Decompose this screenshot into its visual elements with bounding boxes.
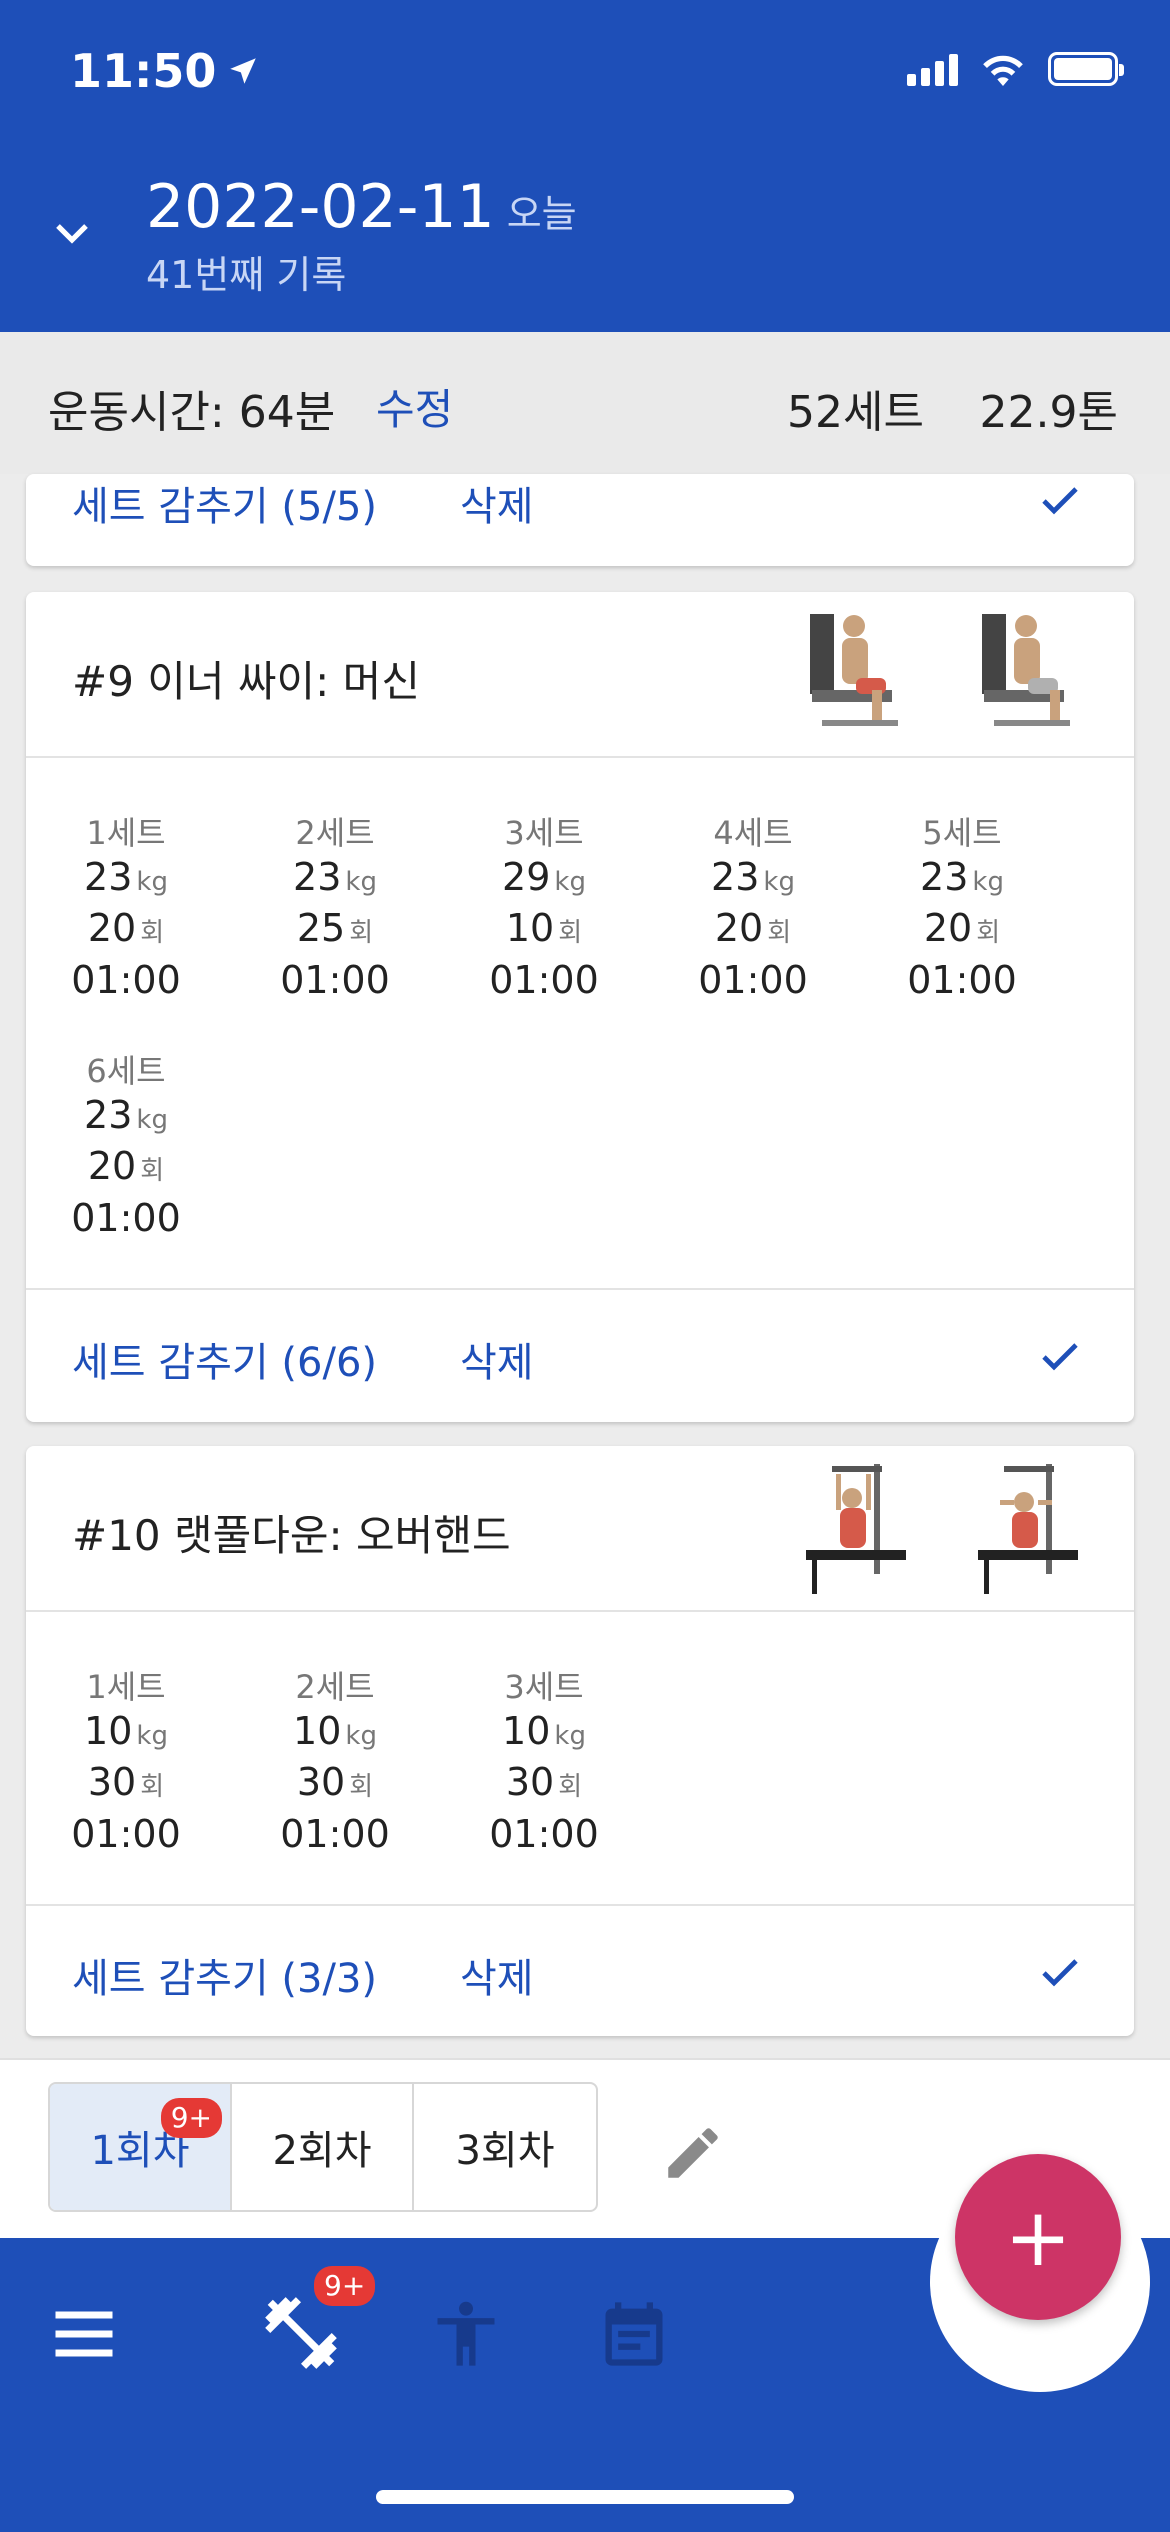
set-time: 01:00	[280, 1812, 390, 1856]
set-weight: 10 kg	[84, 1709, 168, 1753]
set-time: 01:00	[71, 958, 181, 1002]
set-reps: 25 회	[296, 906, 374, 950]
set-cell[interactable]: 2세트 23 kg 25 회 01:00	[255, 808, 415, 1004]
record-count: 41번째 기록	[146, 253, 347, 297]
record-date: 2022-02-11	[146, 172, 495, 242]
set-reps: 20 회	[923, 906, 1001, 950]
set-cell[interactable]: 4세트 23 kg 20 회 01:00	[673, 808, 833, 1004]
exercise-card-9: #9 이너 싸이: 머신 1세트 23 kg 20 회 01:00 2세트 23 kg	[26, 592, 1134, 1422]
status-icons	[907, 52, 1124, 86]
exercise-thumbnail-end	[982, 614, 1070, 726]
exercise-thumbnail-end	[978, 1464, 1078, 1594]
set-label: 1세트	[86, 814, 166, 852]
set-reps: 10 회	[505, 906, 583, 950]
menu-icon[interactable]	[46, 2296, 122, 2372]
set-label: 6세트	[86, 1052, 166, 1090]
set-time: 01:00	[698, 958, 808, 1002]
exercise-card-prev: 세트 감추기 (5/5) 삭제	[26, 474, 1134, 566]
workout-time: 운동시간: 64분	[48, 387, 336, 438]
notification-badge: 9+	[160, 2098, 222, 2138]
exercise-card-10: #10 랫풀다운: 오버핸드 1세트 10 kg 30 회 01:00 2세트 …	[26, 1446, 1134, 2036]
set-reps: 30 회	[296, 1760, 374, 1804]
check-icon[interactable]	[1036, 476, 1084, 524]
set-reps: 20 회	[714, 906, 792, 950]
chevron-down-icon[interactable]	[48, 208, 96, 256]
signal-icon	[907, 52, 958, 86]
battery-icon	[1048, 52, 1124, 86]
card-header[interactable]: #10 랫풀다운: 오버핸드	[26, 1446, 1134, 1612]
delete-button[interactable]: 삭제	[460, 474, 534, 532]
delete-button[interactable]: 삭제	[460, 1946, 534, 2004]
set-weight: 23 kg	[293, 855, 377, 899]
app-header: 11:50 2022-02-11 오늘 41번째 기록	[0, 0, 1170, 332]
set-cell[interactable]: 5세트 23 kg 20 회 01:00	[882, 808, 1042, 1004]
set-cell[interactable]: 3세트 29 kg 10 회 01:00	[464, 808, 624, 1004]
session-tab-2[interactable]: 2회차	[232, 2084, 414, 2210]
pencil-icon[interactable]	[660, 2120, 726, 2186]
header-date-line: 2022-02-11 오늘	[146, 172, 577, 242]
set-time: 01:00	[907, 958, 1017, 1002]
session-segmented-control: 1회차 9+ 2회차 3회차	[48, 2082, 598, 2212]
clock: 11:50	[70, 44, 217, 98]
check-icon[interactable]	[1036, 1332, 1084, 1380]
set-weight: 23 kg	[711, 855, 795, 899]
total-sets: 52세트	[787, 387, 924, 438]
set-cell[interactable]: 2세트 10 kg 30 회 01:00	[255, 1662, 415, 1858]
set-time: 01:00	[71, 1812, 181, 1856]
delete-button[interactable]: 삭제	[460, 1330, 534, 1388]
set-reps: 30 회	[505, 1760, 583, 1804]
set-time: 01:00	[280, 958, 390, 1002]
total-volume: 22.9톤	[979, 387, 1118, 438]
set-reps: 20 회	[87, 906, 165, 950]
home-indicator	[376, 2490, 794, 2504]
exercise-title: #10 랫풀다운: 오버핸드	[72, 1511, 511, 1560]
person-icon[interactable]	[428, 2296, 504, 2372]
set-reps: 30 회	[87, 1760, 165, 1804]
set-label: 5세트	[922, 814, 1002, 852]
set-cell[interactable]: 6세트 23 kg 20 회 01:00	[46, 1046, 206, 1242]
set-cell[interactable]: 1세트 10 kg 30 회 01:00	[46, 1662, 206, 1858]
nav-workout[interactable]: 9+	[258, 2266, 376, 2380]
edit-time-button[interactable]: 수정	[376, 376, 453, 437]
set-reps: 20 회	[87, 1144, 165, 1188]
set-label: 1세트	[86, 1668, 166, 1706]
card-footer: 세트 감추기 (5/5) 삭제	[26, 474, 1134, 566]
session-tab-3[interactable]: 3회차	[414, 2084, 596, 2210]
set-label: 2세트	[295, 1668, 375, 1706]
card-header[interactable]: #9 이너 싸이: 머신	[26, 592, 1134, 758]
set-weight: 29 kg	[502, 855, 586, 899]
hide-sets-button[interactable]: 세트 감추기 (6/6)	[72, 1330, 377, 1388]
card-footer: 세트 감추기 (3/3) 삭제	[26, 1904, 1134, 2036]
set-label: 4세트	[713, 814, 793, 852]
set-label: 3세트	[504, 1668, 584, 1706]
check-icon[interactable]	[1036, 1948, 1084, 1996]
notification-badge: 9+	[314, 2266, 376, 2306]
session-tab-1[interactable]: 1회차 9+	[50, 2084, 232, 2210]
set-weight: 10 kg	[502, 1709, 586, 1753]
status-time: 11:50	[70, 44, 260, 98]
hide-sets-button[interactable]: 세트 감추기 (3/3)	[72, 1946, 377, 2004]
exercise-thumbnail-start	[810, 614, 898, 726]
set-weight: 23 kg	[920, 855, 1004, 899]
set-time: 01:00	[71, 1196, 181, 1240]
wifi-icon	[983, 55, 1023, 86]
calendar-icon[interactable]	[596, 2296, 672, 2372]
set-time: 01:00	[489, 958, 599, 1002]
workout-summary: 운동시간: 64분 수정 52세트 22.9톤	[0, 332, 1170, 474]
set-label: 2세트	[295, 814, 375, 852]
set-cell[interactable]: 1세트 23 kg 20 회 01:00	[46, 808, 206, 1004]
hide-sets-button[interactable]: 세트 감추기 (5/5)	[72, 474, 377, 532]
add-button[interactable]: +	[955, 2154, 1121, 2320]
location-arrow-icon	[230, 58, 257, 84]
set-weight: 10 kg	[293, 1709, 377, 1753]
set-time: 01:00	[489, 1812, 599, 1856]
set-label: 3세트	[504, 814, 584, 852]
set-weight: 23 kg	[84, 855, 168, 899]
today-label: 오늘	[506, 192, 577, 236]
set-weight: 23 kg	[84, 1093, 168, 1137]
exercise-thumbnail-start	[806, 1464, 906, 1594]
card-footer: 세트 감추기 (6/6) 삭제	[26, 1288, 1134, 1420]
exercise-title: #9 이너 싸이: 머신	[72, 657, 420, 706]
set-cell[interactable]: 3세트 10 kg 30 회 01:00	[464, 1662, 624, 1858]
